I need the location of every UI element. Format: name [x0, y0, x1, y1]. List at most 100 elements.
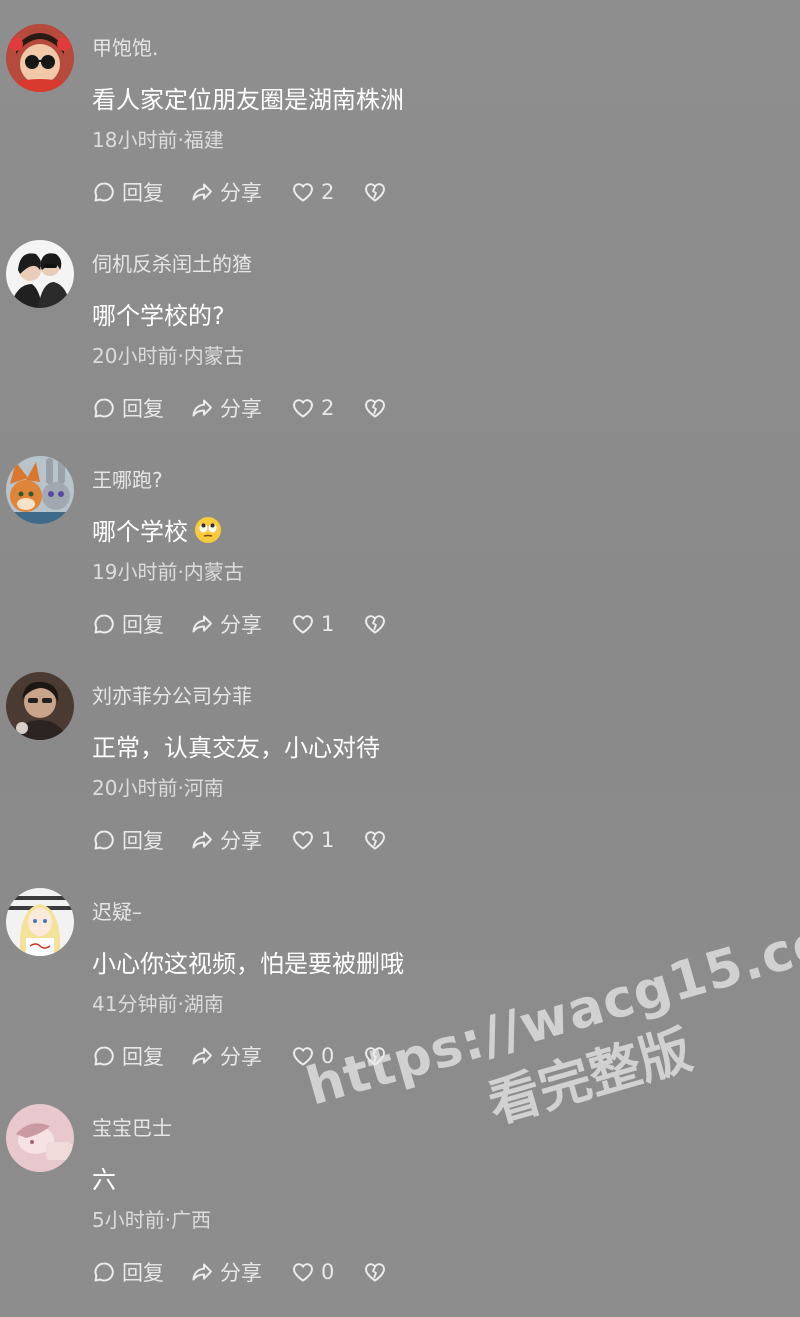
comment-bubble-icon — [94, 182, 114, 202]
like-button[interactable]: 2 — [291, 396, 363, 420]
user-avatar[interactable] — [6, 1104, 74, 1172]
share-button[interactable]: 分享 — [190, 1257, 291, 1287]
username[interactable]: 迟疑– — [92, 896, 142, 925]
like-count: 2 — [321, 180, 335, 204]
comment-bubble-icon — [94, 614, 114, 634]
comment-meta: 5小时前·广西 — [92, 1208, 212, 1232]
avatar-anime-girl-icon — [6, 888, 74, 956]
heart-icon — [293, 831, 313, 850]
share-arrow-icon — [192, 1047, 212, 1065]
dislike-button[interactable] — [363, 396, 387, 420]
comment-item: 宝宝巴士 六 5小时前·广西 回复 分享 0 — [0, 1080, 800, 1296]
dislike-button[interactable] — [363, 1044, 387, 1068]
reply-label: 回复 — [122, 397, 164, 421]
reply-button[interactable]: 回复 — [92, 177, 190, 207]
username[interactable]: 甲饱饱. — [92, 32, 158, 61]
dislike-button[interactable] — [363, 828, 387, 852]
comment-text: 哪个学校 — [92, 512, 222, 547]
avatar-couple-icon — [6, 240, 74, 308]
like-button[interactable]: 0 — [291, 1260, 363, 1284]
share-button[interactable]: 分享 — [190, 825, 291, 855]
comment-actions: 回复 分享 1 — [92, 826, 387, 854]
comment-text: 看人家定位朋友圈是湖南株洲 — [92, 86, 404, 114]
reply-button[interactable]: 回复 — [92, 825, 190, 855]
comment-item: 迟疑– 小心你这视频，怕是要被删哦 41分钟前·湖南 回复 分享 0 — [0, 864, 800, 1080]
share-button[interactable]: 分享 — [190, 609, 291, 639]
username[interactable]: 王哪跑? — [92, 464, 163, 493]
avatar-pink-photo-icon — [6, 1104, 74, 1172]
reply-label: 回复 — [122, 829, 164, 853]
comment-item: 伺机反杀闰土的猹 哪个学校的? 20小时前·内蒙古 回复 分享 2 — [0, 216, 800, 432]
heart-icon — [293, 1047, 313, 1066]
broken-heart-icon — [365, 399, 385, 418]
comment-meta: 20小时前·内蒙古 — [92, 344, 244, 368]
like-button[interactable]: 1 — [291, 828, 363, 852]
comment-bubble-icon — [94, 830, 114, 850]
share-arrow-icon — [192, 615, 212, 633]
dislike-button[interactable] — [363, 180, 387, 204]
share-label: 分享 — [220, 397, 262, 421]
like-button[interactable]: 0 — [291, 1044, 363, 1068]
dislike-button[interactable] — [363, 612, 387, 636]
broken-heart-icon — [365, 183, 385, 202]
comment-bubble-icon — [94, 1262, 114, 1282]
heart-icon — [293, 615, 313, 634]
username[interactable]: 刘亦菲分公司分菲 — [92, 680, 252, 709]
share-label: 分享 — [220, 181, 262, 205]
comment-item: 刘亦菲分公司分菲 正常，认真交友，小心对待 20小时前·河南 回复 分享 1 — [0, 648, 800, 864]
share-button[interactable]: 分享 — [190, 177, 291, 207]
reply-label: 回复 — [122, 1261, 164, 1285]
comment-actions: 回复 分享 0 — [92, 1042, 387, 1070]
like-button[interactable]: 2 — [291, 180, 363, 204]
like-button[interactable]: 1 — [291, 612, 363, 636]
reply-button[interactable]: 回复 — [92, 609, 190, 639]
like-count: 1 — [321, 828, 335, 852]
comment-meta: 18小时前·福建 — [92, 128, 224, 152]
comment-actions: 回复 分享 2 — [92, 394, 387, 422]
heart-icon — [293, 183, 313, 202]
comment-text-content: 哪个学校 — [92, 518, 188, 546]
comment-meta: 19小时前·内蒙古 — [92, 560, 244, 584]
comment-actions: 回复 分享 2 — [92, 178, 387, 206]
comment-actions: 回复 分享 0 — [92, 1258, 387, 1286]
username[interactable]: 宝宝巴士 — [92, 1112, 172, 1141]
comment-text: 正常，认真交友，小心对待 — [92, 734, 380, 762]
comment-text: 六 — [92, 1166, 116, 1194]
share-label: 分享 — [220, 1261, 262, 1285]
comment-meta: 20小时前·河南 — [92, 776, 224, 800]
share-button[interactable]: 分享 — [190, 1041, 291, 1071]
share-button[interactable]: 分享 — [190, 393, 291, 423]
share-label: 分享 — [220, 1045, 262, 1069]
share-arrow-icon — [192, 183, 212, 201]
comment-actions: 回复 分享 1 — [92, 610, 387, 638]
user-avatar[interactable] — [6, 888, 74, 956]
reply-label: 回复 — [122, 181, 164, 205]
like-count: 0 — [321, 1260, 335, 1284]
reply-button[interactable]: 回复 — [92, 1041, 190, 1071]
user-avatar[interactable] — [6, 672, 74, 740]
share-arrow-icon — [192, 831, 212, 849]
user-avatar[interactable] — [6, 240, 74, 308]
comment-bubble-icon — [94, 1046, 114, 1066]
avatar-man-icon — [6, 672, 74, 740]
share-arrow-icon — [192, 399, 212, 417]
username[interactable]: 伺机反杀闰土的猹 — [92, 248, 252, 277]
comment-bubble-icon — [94, 398, 114, 418]
share-label: 分享 — [220, 613, 262, 637]
like-count: 0 — [321, 1044, 335, 1068]
heart-icon — [293, 399, 313, 418]
comment-text: 小心你这视频，怕是要被删哦 — [92, 950, 404, 978]
like-count: 2 — [321, 396, 335, 420]
user-avatar[interactable] — [6, 456, 74, 524]
reply-button[interactable]: 回复 — [92, 393, 190, 423]
like-count: 1 — [321, 612, 335, 636]
comment-meta: 41分钟前·湖南 — [92, 992, 224, 1016]
comment-item: 甲饱饱. 看人家定位朋友圈是湖南株洲 18小时前·福建 回复 分享 2 — [0, 0, 800, 216]
broken-heart-icon — [365, 831, 385, 850]
user-avatar[interactable] — [6, 24, 74, 92]
avatar-girl-sunglasses-icon — [6, 24, 74, 92]
reply-button[interactable]: 回复 — [92, 1257, 190, 1287]
broken-heart-icon — [365, 615, 385, 634]
dislike-button[interactable] — [363, 1260, 387, 1284]
reply-label: 回复 — [122, 1045, 164, 1069]
